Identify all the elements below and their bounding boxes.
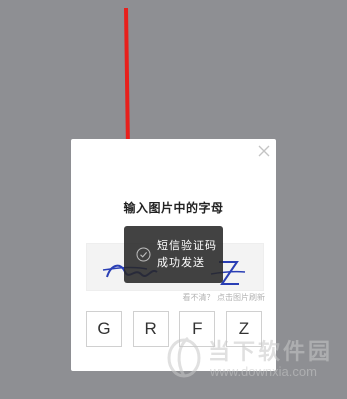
letter-option-4[interactable]: Z	[225, 311, 262, 347]
sms-sent-toast: 短信验证码 成功发送	[124, 226, 223, 283]
refresh-link[interactable]: 点击图片刷新	[217, 293, 265, 302]
refresh-row: 看不清？ 点击图片刷新	[71, 292, 265, 303]
check-circle-icon	[136, 247, 151, 262]
close-icon[interactable]	[258, 145, 270, 157]
letter-option-2[interactable]: R	[132, 311, 169, 347]
refresh-hint: 看不清？	[182, 293, 215, 302]
letter-options: G R F Z	[86, 311, 262, 347]
dialog-title: 输入图片中的字母	[123, 201, 224, 215]
toast-line-1: 短信验证码	[157, 239, 217, 252]
letter-option-3[interactable]: F	[179, 311, 216, 347]
toast-message: 短信验证码 成功发送	[157, 237, 217, 271]
screen: 输入图片中的字母 看不清？ 点击图片刷新 G R F Z 短信验证码 成功发送 …	[0, 0, 347, 399]
letter-option-1[interactable]: G	[86, 311, 122, 347]
toast-line-2: 成功发送	[157, 256, 205, 269]
